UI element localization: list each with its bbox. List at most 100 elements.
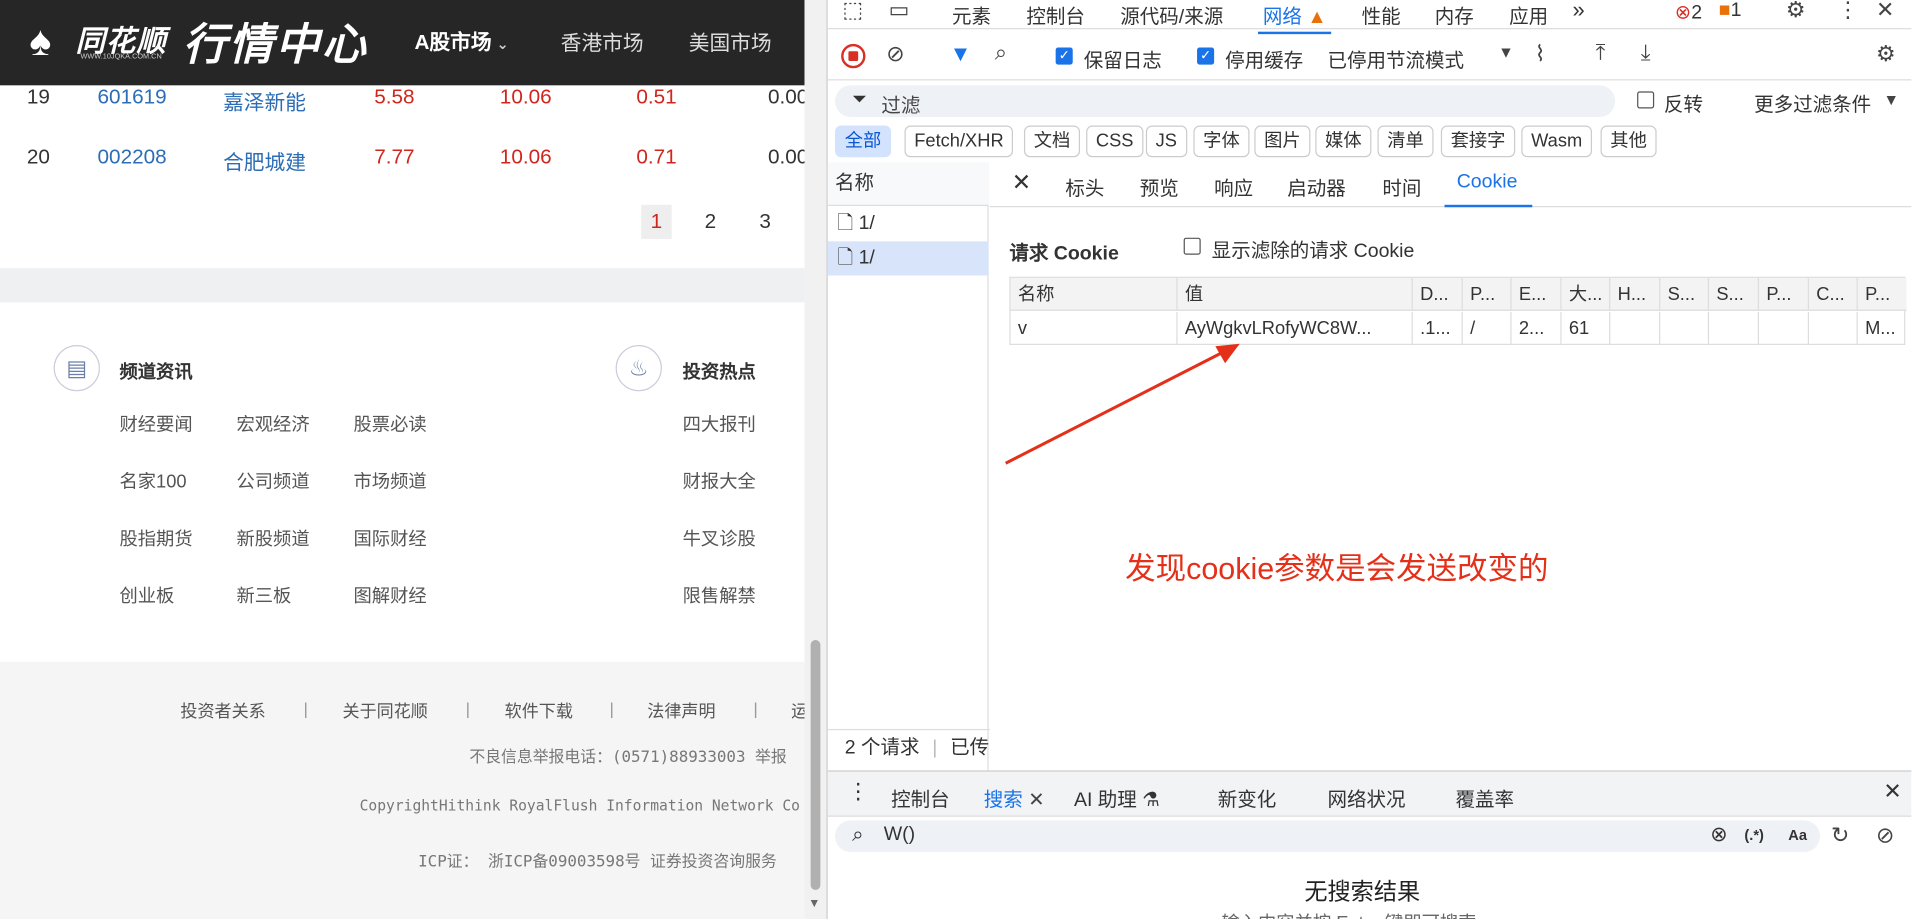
footer-link[interactable]: 投资者关系 <box>180 698 265 722</box>
chip-manifest[interactable]: 清单 <box>1377 125 1434 158</box>
footer-link[interactable]: 软件下载 <box>505 698 573 722</box>
site-logo[interactable]: ♠ 同花顺 WWW.10JQKA.COM.CN <box>5 10 178 73</box>
drawer-tab-console[interactable]: 控制台 <box>891 783 950 812</box>
hot-link[interactable]: 限售解禁 <box>683 583 756 609</box>
request-item[interactable]: 🗋 1/ <box>828 207 989 241</box>
hot-link[interactable]: 牛叉诊股 <box>683 525 756 551</box>
channel-link[interactable]: 创业板 <box>119 583 174 609</box>
channel-link[interactable]: 股指期货 <box>119 525 192 551</box>
drawer-tab-ai-assistant[interactable]: AI 助理 ⚗ <box>1074 783 1160 812</box>
channel-link[interactable]: 财经要闻 <box>119 411 192 437</box>
tab-headers[interactable]: 标头 <box>1065 172 1104 201</box>
chip-all[interactable]: 全部 <box>835 125 892 158</box>
column-header[interactable]: P... <box>1858 278 1907 311</box>
tab-application[interactable]: 应用 <box>1509 0 1548 29</box>
chip-doc[interactable]: 文档 <box>1023 125 1081 158</box>
column-header[interactable]: 名称 <box>1011 277 1178 311</box>
close-detail-icon[interactable]: ✕ <box>1012 169 1031 197</box>
tab-timing[interactable]: 时间 <box>1382 172 1421 201</box>
column-header[interactable]: 值 <box>1178 277 1413 311</box>
match-case-toggle[interactable]: Aa <box>1788 826 1807 843</box>
page-2-button[interactable]: 2 <box>705 205 717 239</box>
chip-img[interactable]: 图片 <box>1254 125 1311 158</box>
stock-name-link[interactable]: 嘉泽新能 <box>223 85 306 115</box>
column-header[interactable]: D... <box>1413 277 1463 311</box>
export-har-icon[interactable]: ⤓ <box>1641 40 1651 66</box>
scroll-down-arrow-icon[interactable]: ▼ <box>808 897 820 910</box>
invert-checkbox[interactable] <box>1637 91 1655 109</box>
device-toolbar-icon[interactable]: ▭ <box>889 0 910 23</box>
page-3-button[interactable]: 3 <box>759 205 771 239</box>
page-scrollbar[interactable]: ▼ <box>804 0 827 919</box>
tab-response[interactable]: 响应 <box>1214 172 1253 201</box>
channel-link[interactable]: 宏观经济 <box>236 411 309 437</box>
channel-link[interactable]: 名家100 <box>119 468 186 494</box>
network-conditions-icon[interactable]: ⌇ <box>1535 41 1546 67</box>
footer-link[interactable]: 运 <box>791 698 804 722</box>
tab-elements[interactable]: 元素 <box>952 0 991 29</box>
close-tab-icon[interactable]: ✕ <box>1028 790 1044 811</box>
drawer-menu-icon[interactable]: ⋮ <box>847 779 869 805</box>
channel-link[interactable]: 股票必读 <box>354 411 427 437</box>
drawer-tab-changes[interactable]: 新变化 <box>1218 783 1277 812</box>
channel-link[interactable]: 新股频道 <box>236 525 309 551</box>
tab-console[interactable]: 控制台 <box>1026 0 1085 29</box>
error-count-badge[interactable]: ⊗2 <box>1675 0 1702 24</box>
scrollbar-thumb[interactable] <box>810 639 821 890</box>
column-header[interactable]: S... <box>1660 277 1710 311</box>
import-har-icon[interactable]: ⤒ <box>1596 40 1606 66</box>
clear-search-icon[interactable]: ⊗ <box>1710 823 1727 847</box>
chip-css[interactable]: CSS <box>1086 125 1144 158</box>
close-drawer-icon[interactable]: ✕ <box>1883 779 1901 805</box>
preserve-log-checkbox[interactable]: ✓ <box>1055 47 1073 65</box>
more-filters-arrow-icon[interactable]: ▼ <box>1883 90 1899 108</box>
nav-us-market[interactable]: 美国市场 <box>689 26 772 56</box>
column-header[interactable]: P... <box>1759 277 1809 311</box>
kebab-menu-icon[interactable]: ⋮ <box>1837 0 1859 23</box>
column-header[interactable]: S... <box>1709 277 1760 311</box>
request-item-selected[interactable]: 🗋 1/ <box>827 241 989 276</box>
close-devtools-icon[interactable]: ✕ <box>1876 0 1894 23</box>
request-list-header[interactable]: 名称 <box>827 162 989 207</box>
more-filters-dropdown[interactable]: 更多过滤条件 <box>1754 88 1871 117</box>
throttle-dropdown-icon[interactable]: ▼ <box>1498 43 1514 61</box>
record-stop-icon[interactable] <box>841 43 866 69</box>
clear-results-icon[interactable]: ⊘ <box>1876 823 1894 849</box>
chip-media[interactable]: 媒体 <box>1315 125 1372 158</box>
footer-link[interactable]: 关于同花顺 <box>343 698 428 722</box>
stock-code-link[interactable]: 601619 <box>98 85 167 109</box>
chip-font[interactable]: 字体 <box>1193 125 1250 158</box>
tab-preview[interactable]: 预览 <box>1140 172 1179 201</box>
drawer-tab-network-conditions[interactable]: 网络状况 <box>1327 783 1405 812</box>
hot-link[interactable]: 财报大全 <box>683 468 756 494</box>
channel-link[interactable]: 公司频道 <box>236 468 309 494</box>
stock-code-link[interactable]: 002208 <box>98 145 167 169</box>
chip-other[interactable]: 其他 <box>1600 125 1657 158</box>
column-header[interactable]: H... <box>1610 277 1661 311</box>
footer-link[interactable]: 法律声明 <box>647 698 715 722</box>
settings-gear-icon[interactable]: ⚙ <box>1786 0 1806 23</box>
column-header[interactable]: C... <box>1809 277 1858 311</box>
channel-link[interactable]: 新三板 <box>236 583 291 609</box>
regex-toggle[interactable]: (.*) <box>1744 826 1764 843</box>
show-filtered-cookies-checkbox[interactable] <box>1183 237 1201 255</box>
clear-icon[interactable]: ⊘ <box>886 41 904 67</box>
filter-input[interactable]: ⏷ 过滤 <box>835 85 1616 118</box>
filter-icon[interactable]: ▼ <box>950 41 972 67</box>
chip-fetch-xhr[interactable]: Fetch/XHR <box>904 125 1014 158</box>
inspect-element-icon[interactable]: ⬚ <box>842 0 863 23</box>
tab-performance[interactable]: 性能 <box>1362 0 1401 29</box>
warning-count-badge[interactable]: ■1 <box>1719 0 1742 22</box>
throttling-select[interactable]: 已停用节流模式 <box>1327 44 1464 73</box>
page-1-button[interactable]: 1 <box>641 204 672 239</box>
chip-socket[interactable]: 套接字 <box>1440 125 1516 158</box>
drawer-tab-search[interactable]: 搜索 ✕ <box>978 783 1050 825</box>
more-tabs-icon[interactable]: » <box>1573 0 1585 23</box>
stock-name-link[interactable]: 合肥城建 <box>223 145 306 175</box>
tab-initiator[interactable]: 启动器 <box>1287 172 1346 201</box>
chip-wasm[interactable]: Wasm <box>1521 125 1592 158</box>
channel-link[interactable]: 市场频道 <box>354 468 427 494</box>
hot-link[interactable]: 四大报刊 <box>683 411 756 437</box>
tab-cookies[interactable]: Cookie <box>1444 172 1532 208</box>
network-settings-icon[interactable]: ⚙ <box>1876 41 1896 67</box>
